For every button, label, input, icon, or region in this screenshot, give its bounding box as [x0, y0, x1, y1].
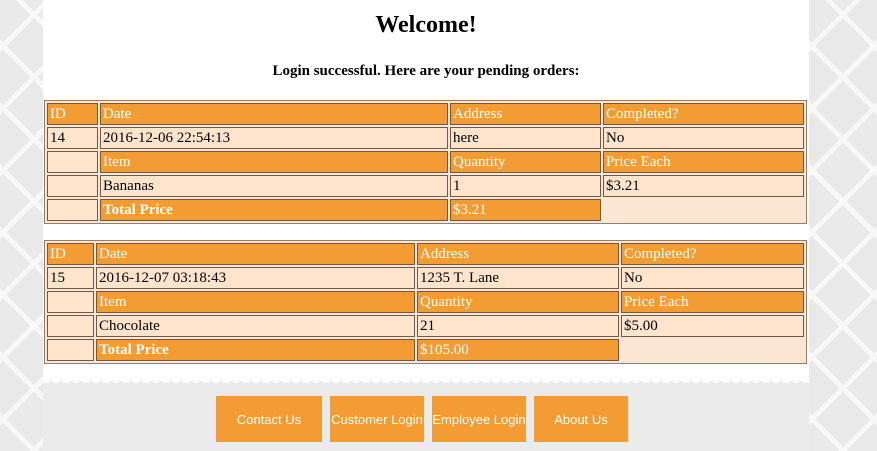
- completed-header: Completed?: [621, 243, 804, 265]
- item-row: Bananas 1 $3.21: [47, 175, 804, 197]
- address-header: Address: [417, 243, 619, 265]
- blank-cell: [47, 291, 94, 313]
- customer-login-button[interactable]: Customer Login: [330, 396, 424, 442]
- order-id: 15: [47, 267, 94, 289]
- page-title: Welcome!: [375, 12, 477, 38]
- order-info-row: 15 2016-12-07 03:18:43 1235 T. Lane No: [47, 267, 804, 289]
- item-quantity: 21: [417, 315, 619, 337]
- total-price-label: Total Price: [100, 199, 448, 221]
- main-content: Welcome! Login successful. Here are your…: [43, 0, 809, 451]
- order-header-row: ID Date Address Completed?: [47, 103, 804, 125]
- item-row: Chocolate 21 $5.00: [47, 315, 804, 337]
- blank-cell: [47, 199, 98, 221]
- item-header: Item: [100, 151, 448, 173]
- quantity-header: Quantity: [417, 291, 619, 313]
- item-header: Item: [96, 291, 415, 313]
- employee-login-button[interactable]: Employee Login: [432, 396, 526, 442]
- item-header-row: Item Quantity Price Each: [47, 291, 804, 313]
- order-info-row: 14 2016-12-06 22:54:13 here No: [47, 127, 804, 149]
- total-row: Total Price $3.21: [47, 199, 804, 221]
- empty-cell: [621, 339, 804, 361]
- blank-cell: [47, 175, 98, 197]
- price-each-header: Price Each: [603, 151, 804, 173]
- empty-cell: [603, 199, 804, 221]
- contact-us-button[interactable]: Contact Us: [216, 396, 322, 442]
- blank-cell: [47, 151, 98, 173]
- blank-cell: [47, 339, 94, 361]
- order-header-row: ID Date Address Completed?: [47, 243, 804, 265]
- about-us-button[interactable]: About Us: [534, 396, 628, 442]
- date-header: Date: [100, 103, 448, 125]
- completed-header: Completed?: [603, 103, 804, 125]
- order-id: 14: [47, 127, 98, 149]
- order-date: 2016-12-06 22:54:13: [100, 127, 448, 149]
- total-row: Total Price $105.00: [47, 339, 804, 361]
- order-completed: No: [621, 267, 804, 289]
- price-each-header: Price Each: [621, 291, 804, 313]
- item-price-each: $3.21: [603, 175, 804, 197]
- id-header: ID: [47, 103, 98, 125]
- order-date: 2016-12-07 03:18:43: [96, 267, 415, 289]
- order-table: ID Date Address Completed? 15 2016-12-07…: [44, 240, 807, 364]
- date-header: Date: [96, 243, 415, 265]
- blank-cell: [47, 315, 94, 337]
- address-header: Address: [450, 103, 601, 125]
- total-price-label: Total Price: [96, 339, 415, 361]
- order-address: here: [450, 127, 601, 149]
- total-price-value: $3.21: [450, 199, 601, 221]
- footer-nav: Contact Us Customer Login Employee Login…: [216, 396, 628, 442]
- quantity-header: Quantity: [450, 151, 601, 173]
- item-header-row: Item Quantity Price Each: [47, 151, 804, 173]
- order-address: 1235 T. Lane: [417, 267, 619, 289]
- item-quantity: 1: [450, 175, 601, 197]
- item-name: Bananas: [100, 175, 448, 197]
- total-price-value: $105.00: [417, 339, 619, 361]
- footer: Contact Us Customer Login Employee Login…: [43, 381, 809, 451]
- id-header: ID: [47, 243, 94, 265]
- item-price-each: $5.00: [621, 315, 804, 337]
- item-name: Chocolate: [96, 315, 415, 337]
- order-table: ID Date Address Completed? 14 2016-12-06…: [44, 100, 807, 224]
- order-completed: No: [603, 127, 804, 149]
- login-status-message: Login successful. Here are your pending …: [272, 63, 580, 79]
